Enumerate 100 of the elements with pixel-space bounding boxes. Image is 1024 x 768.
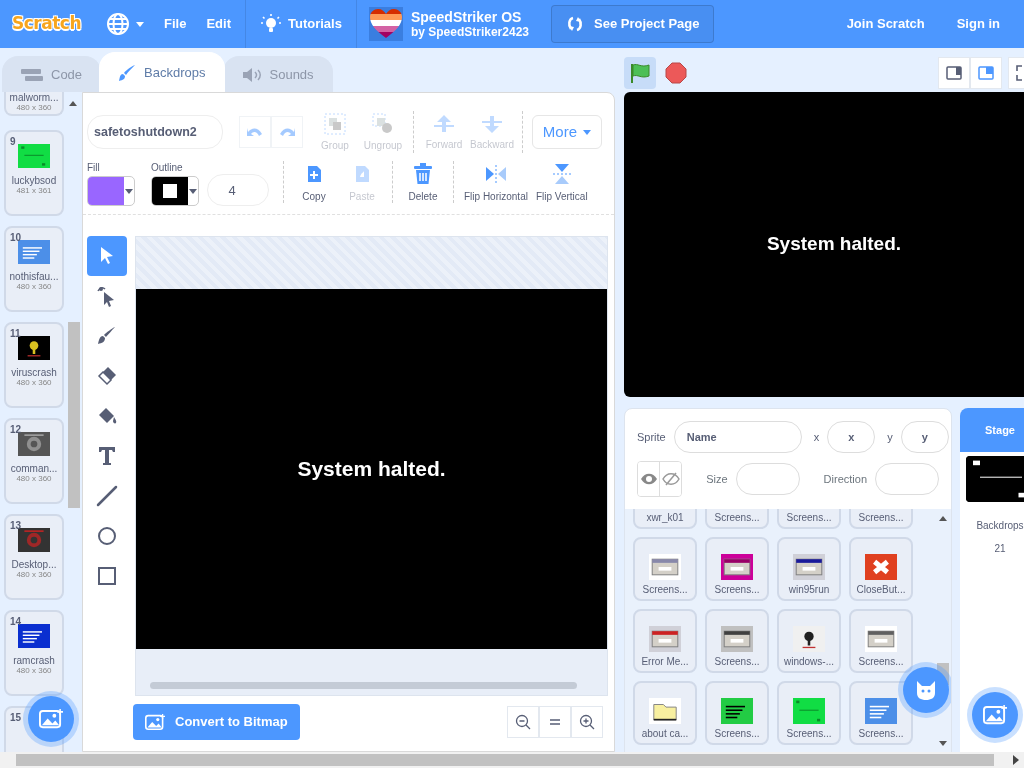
stage-layout-button[interactable] bbox=[970, 57, 1002, 89]
stage-layout-button[interactable] bbox=[938, 57, 970, 89]
flip-vertical-icon bbox=[551, 162, 572, 185]
eye-slash-icon bbox=[661, 472, 680, 486]
zoom-out-button[interactable] bbox=[507, 706, 539, 738]
backdrop-item[interactable]: 11 viruscrash 480 x 360 bbox=[4, 322, 64, 408]
sprite-item[interactable]: CloseBut... bbox=[849, 537, 913, 601]
hide-button[interactable] bbox=[659, 462, 682, 496]
group-icon bbox=[323, 111, 347, 136]
backdrop-item[interactable]: malworm... 480 x 360 bbox=[4, 92, 64, 116]
sprite-item[interactable]: Screens... bbox=[705, 681, 769, 745]
add-backdrop-button[interactable] bbox=[28, 696, 74, 742]
image-icon bbox=[983, 705, 1007, 725]
backdrop-number: 10 bbox=[10, 231, 22, 245]
zoom-out-icon bbox=[515, 714, 531, 730]
sprite-item[interactable]: Screens... bbox=[849, 609, 913, 673]
undo-icon bbox=[246, 126, 264, 138]
backdrop-name: malworm... bbox=[9, 92, 59, 103]
drawing-canvas[interactable]: System halted. bbox=[135, 236, 608, 696]
backdrop-name: luckybsod bbox=[11, 175, 57, 186]
sprite-item[interactable]: Error Me... bbox=[633, 609, 697, 673]
copy-button[interactable]: Copy bbox=[290, 160, 338, 204]
sprite-item[interactable]: Screens... bbox=[849, 509, 913, 529]
flip-v-button[interactable]: Flip Vertical bbox=[531, 160, 592, 204]
sprite-item[interactable]: Screens... bbox=[705, 609, 769, 673]
backdrop-item[interactable]: 9 luckybsod 481 x 361 bbox=[4, 130, 64, 216]
sprite-item[interactable]: xwr_k01 bbox=[633, 509, 697, 529]
backdrop-count: 21 bbox=[993, 542, 1007, 556]
outline-label: Outline bbox=[151, 162, 184, 175]
ungroup-icon bbox=[371, 111, 395, 136]
caret-icon bbox=[125, 188, 133, 194]
tab[interactable]: Backdrops bbox=[99, 52, 225, 92]
x-field[interactable]: x bbox=[827, 421, 876, 453]
backdrop-name: Desktop... bbox=[11, 559, 57, 570]
flip-h-button[interactable]: Flip Horizontal bbox=[460, 160, 532, 204]
flip-horizontal-icon bbox=[484, 163, 507, 184]
rectangle-icon bbox=[95, 564, 119, 588]
flag-button[interactable] bbox=[624, 57, 656, 89]
scrollbar[interactable] bbox=[0, 752, 1024, 768]
backdrop-item[interactable]: 14 ramcrash 480 x 360 bbox=[4, 610, 64, 696]
caret-icon bbox=[583, 129, 591, 135]
backdrop-size: 480 x 360 bbox=[16, 570, 52, 580]
sprite-name: Screens... bbox=[786, 728, 832, 740]
stage-header-label: Stage bbox=[985, 422, 1015, 438]
direction-field[interactable] bbox=[875, 463, 939, 495]
sprite-item[interactable]: windows-... bbox=[777, 609, 841, 673]
sprite-name: Screens... bbox=[858, 656, 904, 668]
sprite-item[interactable]: Screens... bbox=[705, 509, 769, 529]
backdrop-name: ramcrash bbox=[13, 655, 55, 666]
sprite-item[interactable]: Screens... bbox=[633, 537, 697, 601]
fill-label: Fill bbox=[87, 162, 101, 175]
sprite-name: windows-... bbox=[784, 656, 834, 668]
backdrop-item[interactable]: 13 Desktop... 480 x 360 bbox=[4, 514, 64, 600]
stroke-width-field[interactable]: 4 bbox=[207, 174, 269, 206]
backdrop-item[interactable]: 12 comman... 480 x 360 bbox=[4, 418, 64, 504]
sprite-item[interactable]: Screens... bbox=[777, 681, 841, 745]
sprite-name: CloseBut... bbox=[856, 584, 906, 596]
scroll-arrow-icon[interactable] bbox=[1012, 755, 1020, 765]
backdrop-item[interactable]: 10 nothisfau... 480 x 360 bbox=[4, 226, 64, 312]
backdrop-size: 480 x 360 bbox=[16, 666, 52, 676]
sprite-name: Screens... bbox=[714, 728, 760, 740]
sprite-name-field[interactable]: Name bbox=[673, 421, 802, 453]
sprite-name: Screens... bbox=[714, 512, 760, 524]
backdrop-name: nothisfau... bbox=[9, 271, 59, 282]
backdrop-size: 480 x 360 bbox=[16, 103, 52, 113]
backdrop-number: 11 bbox=[10, 327, 21, 341]
scrollbar[interactable] bbox=[150, 682, 577, 689]
y-label: y bbox=[887, 429, 893, 445]
outline-color-picker[interactable] bbox=[151, 176, 199, 206]
remix-icon bbox=[566, 16, 584, 32]
y-field[interactable]: y bbox=[900, 421, 949, 453]
flag-icon bbox=[629, 62, 651, 84]
project-author: by SpeedStriker2423 bbox=[410, 25, 529, 39]
line-icon bbox=[95, 484, 119, 508]
backdrop-number: 15 bbox=[10, 711, 22, 725]
delete-button[interactable]: Delete bbox=[399, 160, 447, 204]
sprite-name: win95run bbox=[788, 584, 830, 596]
show-button[interactable] bbox=[638, 462, 660, 496]
zoom-reset-button[interactable] bbox=[539, 706, 571, 738]
eye-icon bbox=[639, 472, 658, 486]
size-field[interactable] bbox=[735, 463, 800, 495]
see-project-page-button[interactable]: See Project Page bbox=[551, 5, 715, 43]
redo-icon bbox=[278, 126, 296, 138]
fill-color-picker[interactable] bbox=[87, 176, 135, 206]
sprite-item[interactable]: Screens... bbox=[849, 681, 913, 745]
select-tool[interactable] bbox=[87, 236, 127, 276]
sprite-item[interactable]: about ca... bbox=[633, 681, 697, 745]
sprite-name: Screens... bbox=[714, 656, 760, 668]
image-icon bbox=[145, 714, 165, 730]
costume-name-field[interactable]: safetoshutdown2 bbox=[87, 115, 223, 149]
sprite-name: Screens... bbox=[858, 728, 904, 740]
backdrop-size: 480 x 360 bbox=[16, 474, 52, 484]
zoom-in-button[interactable] bbox=[571, 706, 603, 738]
stop-icon bbox=[665, 62, 687, 84]
sprite-label: Sprite bbox=[637, 429, 666, 445]
sprite-item[interactable]: Screens... bbox=[777, 509, 841, 529]
sprite-item[interactable]: Screens... bbox=[705, 537, 769, 601]
sprite-item[interactable]: win95run bbox=[777, 537, 841, 601]
sprite-name: xwr_k01 bbox=[646, 512, 684, 524]
size-label: Size bbox=[706, 471, 728, 487]
